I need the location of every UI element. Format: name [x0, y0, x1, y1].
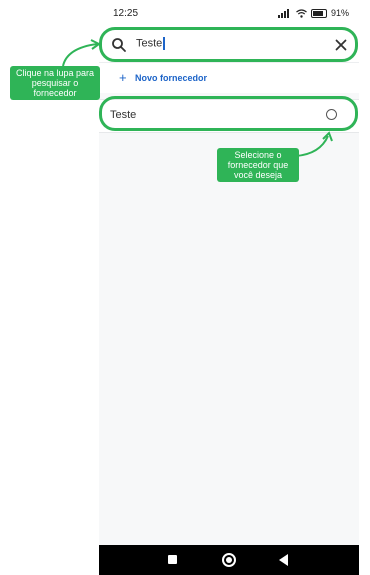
status-icons: 91% [277, 8, 349, 18]
battery-icon [310, 8, 327, 18]
signal-icon [277, 8, 289, 18]
search-tip-callout: Clique na lupa para pesquisar o forneced… [10, 66, 100, 100]
back-icon[interactable] [279, 554, 288, 566]
plus-icon: + [119, 70, 127, 85]
new-supplier-button[interactable]: + Novo fornecedor [99, 62, 359, 93]
new-supplier-label: Novo fornecedor [135, 73, 208, 83]
recent-apps-icon[interactable] [168, 555, 177, 564]
supplier-highlight [99, 96, 358, 131]
battery-level: 91% [330, 8, 349, 18]
home-icon[interactable] [222, 553, 236, 567]
navigation-bar [99, 545, 359, 575]
search-highlight [99, 27, 358, 62]
status-bar: 12:25 91% [99, 0, 359, 28]
status-time: 12:25 [113, 8, 139, 19]
select-tip-callout: Selecione o fornecedor que você deseja [217, 148, 299, 182]
wifi-icon [296, 8, 307, 18]
phone-screen: 12:25 91% Teste + Novo fornecedor Teste [99, 0, 359, 575]
